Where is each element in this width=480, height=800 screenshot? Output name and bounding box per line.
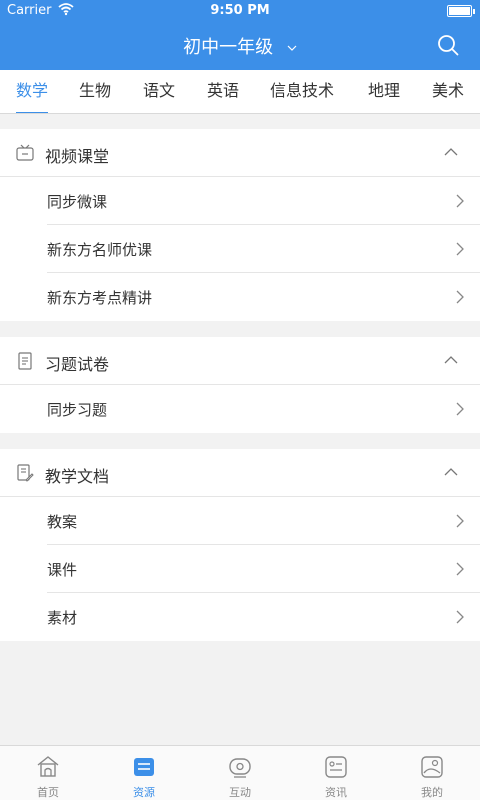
section-title: 教学文档: [45, 467, 110, 486]
tab-it[interactable]: 信息技术: [270, 70, 334, 113]
chevron-down-icon: [287, 45, 297, 51]
section-header[interactable]: 习题试卷: [0, 337, 480, 385]
profile-icon: [421, 756, 443, 778]
list-item[interactable]: 教案: [47, 497, 480, 545]
chevron-right-icon: [456, 402, 464, 416]
section-teaching-docs: 教学文档 教案 课件 素材: [0, 449, 480, 641]
chevron-right-icon: [456, 242, 464, 256]
section-header[interactable]: 教学文档: [0, 449, 480, 497]
tab-geography[interactable]: 地理: [368, 70, 400, 113]
nav-label: 互动: [229, 786, 251, 799]
list-item[interactable]: 同步微课: [47, 177, 480, 225]
chevron-up-icon: [444, 468, 458, 476]
home-icon: [37, 756, 59, 777]
list-item-label: 同步习题: [47, 401, 108, 419]
nav-interact[interactable]: 互动: [192, 746, 288, 800]
search-icon[interactable]: [437, 34, 459, 56]
chevron-right-icon: [456, 194, 464, 208]
status-bar: Carrier 9:50 PM: [0, 0, 480, 22]
list-item-label: 教案: [47, 513, 78, 531]
nav-label: 资讯: [325, 786, 347, 799]
tv-icon: [16, 144, 34, 161]
section-header[interactable]: 视频课堂: [0, 129, 480, 177]
section-video-class: 视频课堂 同步微课 新东方名师优课 新东方考点精讲: [0, 129, 480, 321]
section-title: 视频课堂: [45, 147, 110, 166]
resource-icon: [134, 758, 154, 776]
document-icon: [18, 352, 32, 370]
section-title: 习题试卷: [45, 355, 110, 374]
chevron-right-icon: [456, 514, 464, 528]
nav-profile[interactable]: 我的: [384, 746, 480, 800]
list-item-label: 新东方考点精讲: [47, 289, 153, 307]
tab-biology[interactable]: 生物: [79, 70, 111, 113]
list-item[interactable]: 素材: [47, 593, 480, 641]
chevron-right-icon: [456, 610, 464, 624]
list-item-label: 新东方名师优课: [47, 241, 153, 259]
tab-chinese[interactable]: 语文: [143, 70, 175, 113]
nav-news[interactable]: 资讯: [288, 746, 384, 800]
chevron-up-icon: [444, 148, 458, 156]
doc-edit-icon: [17, 464, 34, 482]
page-title: 初中一年级: [183, 37, 274, 58]
interact-icon: [229, 758, 251, 778]
tab-art[interactable]: 美术: [432, 70, 464, 113]
chevron-right-icon: [456, 290, 464, 304]
list-item-label: 课件: [47, 561, 78, 579]
subject-tabs: 数学 生物 语文 英语 信息技术 地理 美术: [0, 70, 480, 114]
bottom-nav: 首页 资源 互动 资讯 我的: [0, 745, 480, 800]
status-time: 9:50 PM: [210, 3, 270, 18]
list-item-label: 素材: [47, 609, 78, 627]
list-item[interactable]: 新东方名师优课: [47, 225, 480, 273]
list-item-label: 同步微课: [47, 193, 108, 211]
nav-label: 我的: [421, 786, 443, 799]
tab-math[interactable]: 数学: [16, 70, 49, 113]
list-item[interactable]: 课件: [47, 545, 480, 593]
section-exercises: 习题试卷 同步习题: [0, 337, 480, 433]
news-icon: [325, 756, 347, 778]
top-bar: Carrier 9:50 PM 初中一年级: [0, 0, 480, 70]
nav-label: 首页: [37, 786, 59, 799]
tab-english[interactable]: 英语: [207, 70, 239, 113]
list-item[interactable]: 同步习题: [47, 385, 480, 433]
grade-selector[interactable]: 初中一年级: [0, 33, 480, 59]
nav-label: 资源: [133, 786, 155, 799]
battery-icon: [447, 5, 475, 17]
chevron-up-icon: [444, 356, 458, 364]
nav-resources[interactable]: 资源: [96, 746, 192, 800]
list-item[interactable]: 新东方考点精讲: [47, 273, 480, 321]
chevron-right-icon: [456, 562, 464, 576]
nav-home[interactable]: 首页: [0, 746, 96, 800]
